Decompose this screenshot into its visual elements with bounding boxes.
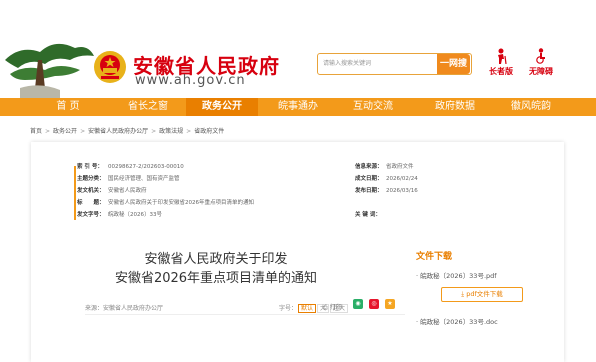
meta-doc-no: 发文字号： 皖政秘〔2026〕33号 bbox=[77, 212, 162, 218]
document-title: 安徽省人民政府关于印发 安徽省2026年重点项目清单的通知 bbox=[91, 250, 341, 288]
meta-index-no: 索 引 号： 00298627-2/202603-00010 bbox=[77, 164, 184, 170]
document-title-line-2: 安徽省2026年重点项目清单的通知 bbox=[114, 271, 318, 286]
nav-government-affairs[interactable]: 政务公开 bbox=[186, 98, 258, 116]
pine-tree-logo bbox=[5, 43, 94, 98]
meta-keywords: 关 键 词： bbox=[355, 212, 381, 218]
font-size-default[interactable]: 默认 bbox=[298, 304, 317, 313]
breadcrumb-policies[interactable]: 政策法规 bbox=[159, 128, 183, 135]
nav-interaction[interactable]: 互动交流 bbox=[338, 98, 408, 116]
meta-issuer: 发文机关： 安徽省人民政府 bbox=[77, 188, 147, 194]
accessibility-button[interactable]: 无障碍 bbox=[527, 48, 555, 77]
accessibility-label: 无障碍 bbox=[529, 67, 553, 76]
document-title-line-1: 安徽省人民政府关于印发 bbox=[144, 252, 288, 267]
meta-title: 标 题： 安徽省人民政府关于印发安徽省2026年重点项目清单的通知 bbox=[77, 200, 254, 206]
breadcrumb-separator: > bbox=[45, 128, 51, 135]
elder-mode-button[interactable]: 长者版 bbox=[487, 48, 515, 77]
nav-governor-window[interactable]: 省长之窗 bbox=[113, 98, 183, 116]
accessibility-icon bbox=[536, 48, 545, 64]
nav-anhui-culture[interactable]: 徽风皖韵 bbox=[496, 98, 566, 116]
title-divider bbox=[85, 314, 405, 315]
breadcrumb-provincial-documents[interactable]: 省政府文件 bbox=[194, 128, 224, 135]
download-file-doc-name[interactable]: · 皖政秘〔2026〕33号.doc bbox=[416, 316, 498, 326]
meta-info-source: 信息来源： 省政府文件 bbox=[355, 164, 414, 170]
nav-online-services[interactable]: 皖事通办 bbox=[263, 98, 333, 116]
download-file-pdf-name[interactable]: · 皖政秘〔2026〕33号.pdf bbox=[416, 270, 497, 280]
pdf-download-label: pdf文件下载 bbox=[466, 290, 503, 298]
nav-government-data[interactable]: 政府数据 bbox=[420, 98, 490, 116]
document-source: 来源：安徽省人民政府办公厅 bbox=[85, 305, 164, 312]
elder-mode-label: 长者版 bbox=[489, 67, 513, 76]
download-section-title: 文件下载 bbox=[416, 252, 453, 262]
font-size-label: 字号： bbox=[279, 305, 298, 312]
breadcrumb-separator: > bbox=[80, 128, 86, 135]
breadcrumb-separator: > bbox=[151, 128, 157, 135]
print-button[interactable]: ⎙ 打印 bbox=[323, 302, 342, 312]
site-header: 安徽省人民政府 www.ah.gov.cn 请输入搜索关键词 一网搜 长者版 无… bbox=[0, 0, 596, 98]
meta-published-date: 发布日期： 2026/03/16 bbox=[355, 188, 418, 194]
qzone-share-icon[interactable]: ★ bbox=[385, 299, 395, 309]
breadcrumb-separator: > bbox=[186, 128, 192, 135]
document-card: 索 引 号： 00298627-2/202603-00010 主题分类： 国民经济管… bbox=[31, 142, 564, 362]
main-nav: 首 页 省长之窗 政务公开 皖事通办 互动交流 政府数据 徽风皖韵 bbox=[0, 98, 596, 116]
elder-icon bbox=[498, 48, 507, 64]
download-icon: ⤓ bbox=[461, 290, 465, 298]
search-placeholder: 请输入搜索关键词 bbox=[323, 60, 372, 67]
pdf-download-button[interactable]: ⤓ pdf文件下载 bbox=[441, 287, 523, 302]
breadcrumb: 首页 > 政务公开 > 安徽省人民政府办公厅 > 政策法规 > 省政府文件 bbox=[30, 126, 224, 135]
metadata-accent-bar bbox=[74, 166, 76, 220]
breadcrumb-general-office[interactable]: 安徽省人民政府办公厅 bbox=[88, 128, 148, 135]
wechat-share-icon[interactable]: ◉ bbox=[353, 299, 363, 309]
nav-home[interactable]: 首 页 bbox=[33, 98, 103, 116]
meta-created-date: 成文日期： 2026/02/24 bbox=[355, 176, 418, 182]
print-label: 打印 bbox=[329, 304, 342, 311]
search-button[interactable]: 一网搜 bbox=[437, 54, 470, 74]
national-emblem-icon bbox=[94, 51, 126, 83]
print-icon: ⎙ bbox=[323, 304, 328, 311]
breadcrumb-government-affairs[interactable]: 政务公开 bbox=[53, 128, 77, 135]
site-url: www.ah.gov.cn bbox=[135, 73, 246, 88]
meta-topic: 主题分类： 国民经济管理、国有资产监管 bbox=[77, 176, 180, 182]
breadcrumb-home[interactable]: 首页 bbox=[30, 128, 42, 135]
weibo-share-icon[interactable]: ◎ bbox=[369, 299, 379, 309]
